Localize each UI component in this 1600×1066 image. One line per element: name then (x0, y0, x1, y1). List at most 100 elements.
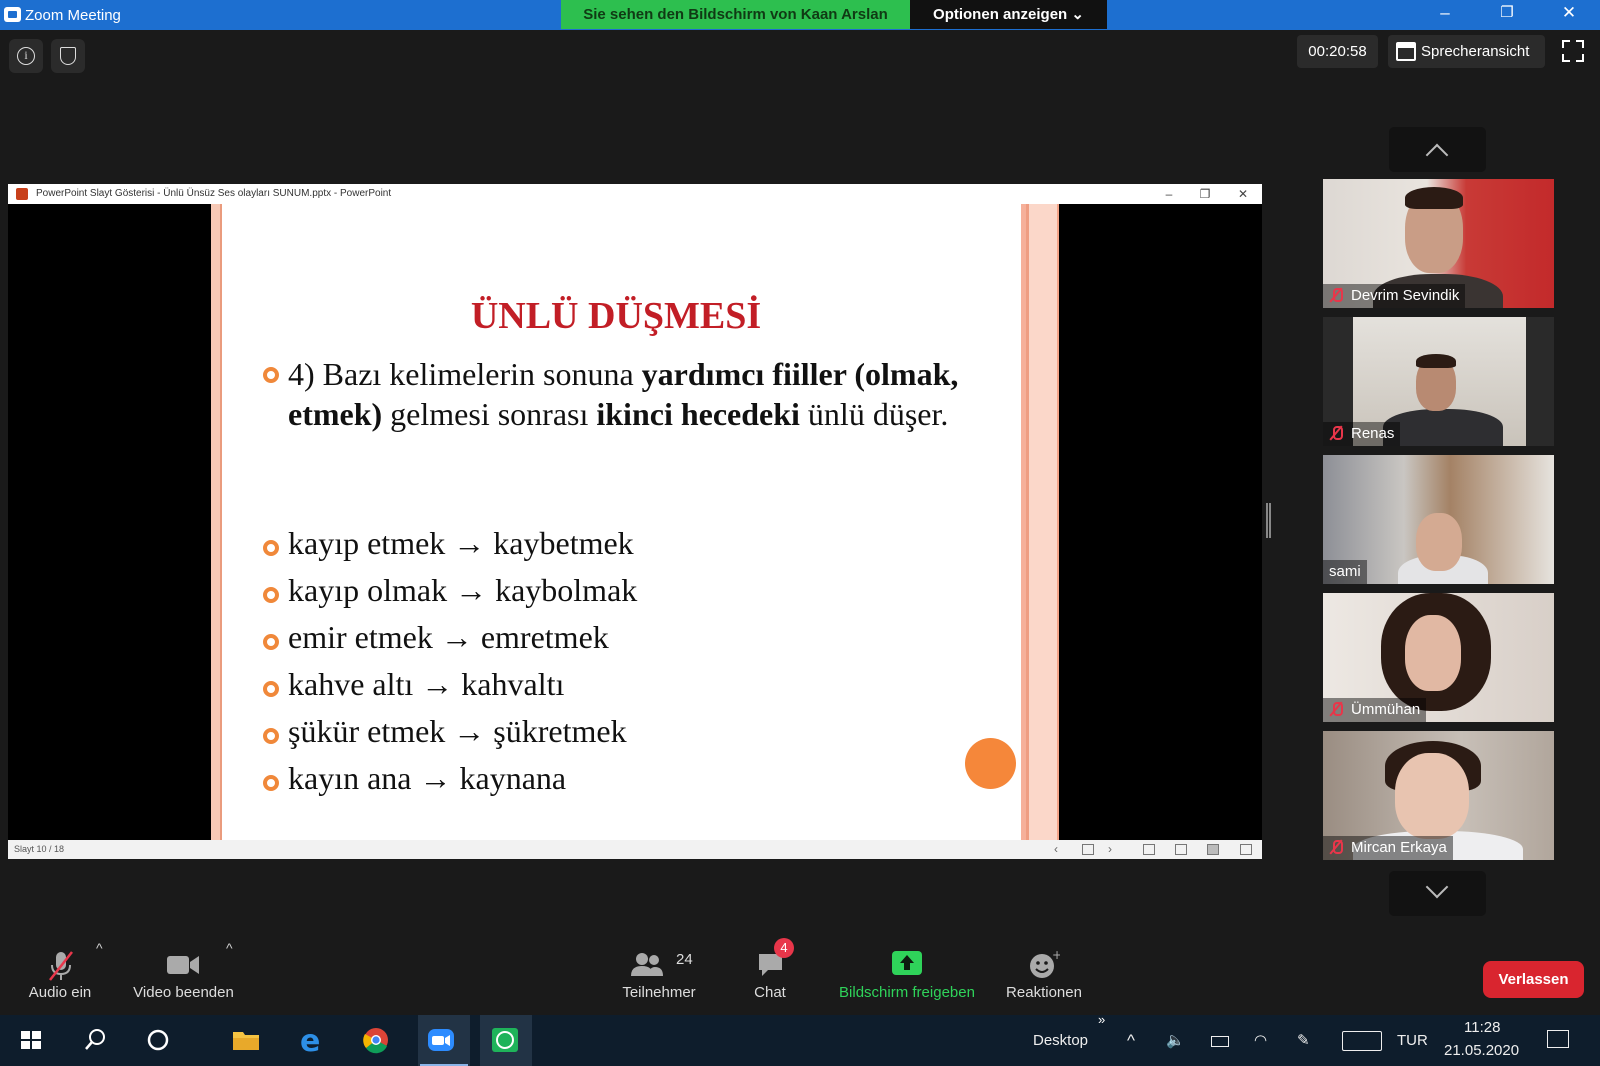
example-item: şükür etmek → şükretmek (288, 713, 627, 749)
muted-mic-icon (1329, 426, 1343, 440)
participant-tile[interactable]: sami (1323, 455, 1554, 584)
bullet-icon (263, 634, 279, 650)
notifications-icon[interactable] (1547, 1030, 1569, 1048)
muted-mic-icon (49, 951, 73, 981)
slide-rule-paragraph: 4) Bazı kelimelerin sonuna yardımcı fiil… (288, 354, 988, 434)
para-text-2: gelmesi sonrası (382, 396, 597, 432)
reactions-button[interactable]: + Reaktionen (1000, 930, 1088, 1010)
example-item: kayın ana → kaynana (288, 760, 567, 796)
whatsapp-icon[interactable] (487, 1023, 523, 1057)
view-options-button[interactable]: Optionen anzeigen ⌄ (910, 0, 1107, 29)
participants-label: Teilnehmer (622, 984, 696, 1001)
zoom-app-icon[interactable] (423, 1023, 459, 1057)
participants-icon (631, 953, 663, 976)
participant-tile[interactable]: Devrim Sevindik (1323, 179, 1554, 308)
audio-button[interactable]: Audio ein (14, 930, 106, 1010)
ppt-restore-button: ❐ (1199, 187, 1211, 201)
meeting-timer: 00:20:58 (1297, 35, 1378, 68)
grid-view-icon (1396, 42, 1416, 61)
share-screen-label: Bildschirm freigeben (839, 984, 975, 1001)
toolbar-expand-icon[interactable]: » (1098, 1012, 1105, 1027)
example-item: emir etmek → emretmek (288, 619, 609, 655)
bullet-icon (263, 681, 279, 697)
participant-name-label: Ümmühan (1323, 698, 1427, 722)
search-icon[interactable] (77, 1023, 113, 1057)
slideshow-icon (1240, 844, 1252, 855)
clock-time[interactable]: 11:28 (1464, 1019, 1500, 1036)
share-screen-icon (892, 951, 922, 975)
scroll-down-button[interactable] (1389, 871, 1486, 916)
meeting-info-button[interactable]: i (9, 39, 43, 73)
muted-mic-icon (1329, 702, 1343, 716)
participant-name-label: Devrim Sevindik (1323, 284, 1466, 308)
touch-keyboard-icon[interactable] (1342, 1031, 1382, 1051)
chevron-left-icon: ‹ (1054, 842, 1058, 856)
windows-start-icon[interactable] (13, 1023, 49, 1057)
bullet-icon (263, 775, 279, 791)
powerpoint-statusbar: Slayt 10 / 18 ‹ › (8, 840, 1262, 859)
reactions-label: Reaktionen (1006, 984, 1082, 1001)
shared-powerpoint-window: PowerPoint Slayt Gösterisi - Ünlü Ünsüz … (8, 184, 1262, 859)
video-button[interactable]: Video beenden (127, 930, 240, 1010)
video-camera-icon (167, 956, 199, 974)
window-title: Zoom Meeting (25, 7, 121, 24)
clock-date[interactable]: 21.05.2020 (1444, 1042, 1519, 1059)
participant-tile[interactable]: Renas (1323, 317, 1554, 446)
chevron-down-icon (1425, 875, 1449, 899)
ppt-close-button: ✕ (1237, 187, 1249, 201)
chat-label: Chat (754, 984, 786, 1001)
chevron-right-icon: › (1108, 842, 1112, 856)
para-text-3: ünlü düşer. (799, 396, 949, 432)
reaction-emoji-icon: + (1030, 950, 1060, 978)
battery-icon[interactable] (1211, 1036, 1229, 1047)
powerpoint-title: PowerPoint Slayt Gösterisi - Ünlü Ünsüz … (36, 188, 392, 199)
leave-meeting-button[interactable]: Verlassen (1483, 961, 1584, 998)
reading-view-icon (1207, 844, 1219, 855)
participant-name-label: Mircan Erkaya (1323, 836, 1453, 860)
panel-resize-handle[interactable] (1266, 503, 1271, 538)
example-item: kayıp etmek → kaybetmek (288, 525, 634, 561)
minimize-button[interactable]: – (1425, 3, 1465, 23)
slide-title: ÜNLÜ DÜŞMESİ (470, 295, 762, 337)
desktop-toolbar-label[interactable]: Desktop (1033, 1015, 1088, 1066)
edge-browser-icon[interactable]: e (293, 1023, 329, 1057)
example-item: kayıp olmak → kaybolmak (288, 572, 638, 608)
audio-label: Audio ein (28, 984, 92, 1001)
speaker-view-button[interactable]: Sprecheransicht (1388, 35, 1545, 68)
svg-text:e: e (300, 1024, 320, 1057)
video-label: Video beenden (133, 984, 234, 1001)
wifi-icon[interactable]: ◠ (1254, 1015, 1267, 1066)
normal-view-icon (1143, 844, 1155, 855)
chat-button[interactable]: 4 Chat (740, 930, 800, 1010)
share-screen-button[interactable]: Bildschirm freigeben (832, 930, 982, 1010)
bullet-icon (263, 540, 279, 556)
security-button[interactable] (51, 39, 85, 73)
participant-tile[interactable]: Mircan Erkaya (1323, 731, 1554, 860)
decorative-orange-circle (965, 738, 1016, 789)
chrome-browser-icon[interactable] (358, 1023, 394, 1057)
scroll-up-button[interactable] (1389, 127, 1486, 172)
input-language[interactable]: TUR (1397, 1015, 1428, 1066)
participant-tile[interactable]: Ümmühan (1323, 593, 1554, 722)
participants-button[interactable]: 24 Teilnehmer (614, 930, 704, 1010)
cortana-icon[interactable] (140, 1023, 176, 1057)
slide: ÜNLÜ DÜŞMESİ 4) Bazı kelimelerin sonuna … (211, 204, 1059, 840)
audio-options-caret[interactable]: ^ (96, 940, 103, 956)
speaker-view-label: Sprecheransicht (1421, 43, 1530, 60)
ppt-minimize-button: – (1165, 187, 1173, 201)
svg-text:+: + (1052, 950, 1060, 962)
pen-icon[interactable]: ✎ (1297, 1015, 1310, 1066)
slide-right-border (1026, 204, 1059, 840)
notes-icon (1082, 844, 1094, 855)
volume-icon[interactable]: 🔈 (1166, 1015, 1185, 1066)
example-item: kahve altı → kahvaltı (288, 666, 565, 702)
close-button[interactable]: ✕ (1549, 3, 1589, 23)
video-options-caret[interactable]: ^ (226, 940, 233, 956)
file-explorer-icon[interactable] (228, 1023, 264, 1057)
hidden-icons-chevron-icon[interactable]: ^ (1127, 1015, 1135, 1066)
fullscreen-icon[interactable] (1562, 40, 1584, 62)
powerpoint-icon (16, 188, 28, 200)
chat-unread-badge: 4 (774, 938, 794, 958)
muted-mic-icon (1329, 840, 1343, 854)
restore-button[interactable]: ❐ (1487, 3, 1527, 21)
